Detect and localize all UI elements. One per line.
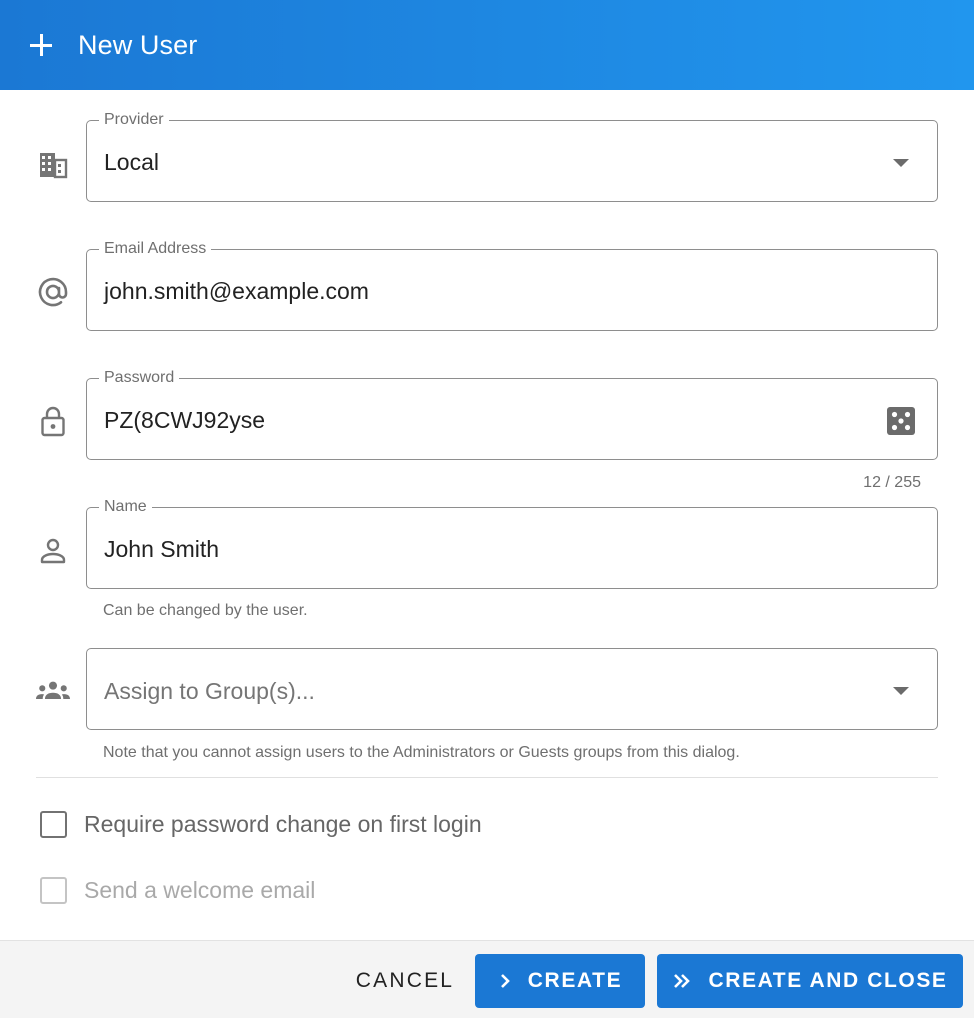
cancel-button-label: Cancel	[355, 969, 455, 992]
email-value[interactable]: john.smith@example.com	[104, 278, 369, 304]
name-field[interactable]: Name John Smith	[86, 497, 938, 589]
groups-placeholder: Assign to Group(s)...	[104, 678, 315, 704]
email-label: Email Address	[99, 239, 212, 259]
plus-icon	[28, 32, 54, 58]
divider	[36, 777, 938, 778]
at-sign-icon	[36, 275, 70, 309]
name-label: Name	[99, 497, 152, 517]
password-field[interactable]: Password PZ(8CWJ92yse	[86, 368, 938, 460]
group-icon	[36, 674, 70, 708]
checkbox-icon	[40, 877, 67, 904]
chevron-right-icon	[498, 973, 512, 989]
password-value[interactable]: PZ(8CWJ92yse	[104, 407, 265, 433]
name-value[interactable]: John Smith	[104, 536, 219, 562]
checkbox-icon[interactable]	[40, 811, 67, 838]
dialog-title: New User	[78, 29, 198, 60]
dialog-header: New User	[0, 0, 974, 90]
chevron-down-icon[interactable]	[893, 159, 909, 167]
building-icon	[36, 148, 70, 182]
password-char-counter: 12 / 255	[863, 474, 921, 491]
provider-select[interactable]: Provider Local	[86, 110, 938, 202]
dice-icon[interactable]	[887, 407, 915, 435]
cancel-button[interactable]: Cancel	[345, 954, 465, 1008]
person-icon	[36, 534, 70, 568]
provider-value: Local	[104, 149, 159, 175]
email-field[interactable]: Email Address john.smith@example.com	[86, 239, 938, 331]
groups-select[interactable]: Assign to Group(s)...	[86, 648, 938, 730]
password-label: Password	[99, 368, 180, 388]
chevron-down-icon[interactable]	[893, 687, 909, 695]
provider-label: Provider	[99, 110, 169, 130]
double-chevron-right-icon	[672, 973, 692, 989]
lock-icon	[36, 404, 70, 438]
create-button[interactable]: Create	[475, 954, 645, 1008]
name-hint: Can be changed by the user.	[103, 602, 308, 619]
require-password-change-checkbox[interactable]: Require password change on first login	[40, 811, 482, 838]
dialog-footer: Cancel Create Create and Close	[0, 940, 974, 1018]
create-and-close-button[interactable]: Create and Close	[657, 954, 963, 1008]
send-welcome-email-label: Send a welcome email	[84, 877, 316, 903]
send-welcome-email-checkbox: Send a welcome email	[40, 877, 315, 904]
create-button-label: Create	[527, 969, 623, 992]
groups-hint: Note that you cannot assign users to the…	[103, 744, 740, 761]
require-password-change-label[interactable]: Require password change on first login	[84, 811, 482, 838]
create-and-close-button-label: Create and Close	[708, 969, 948, 992]
